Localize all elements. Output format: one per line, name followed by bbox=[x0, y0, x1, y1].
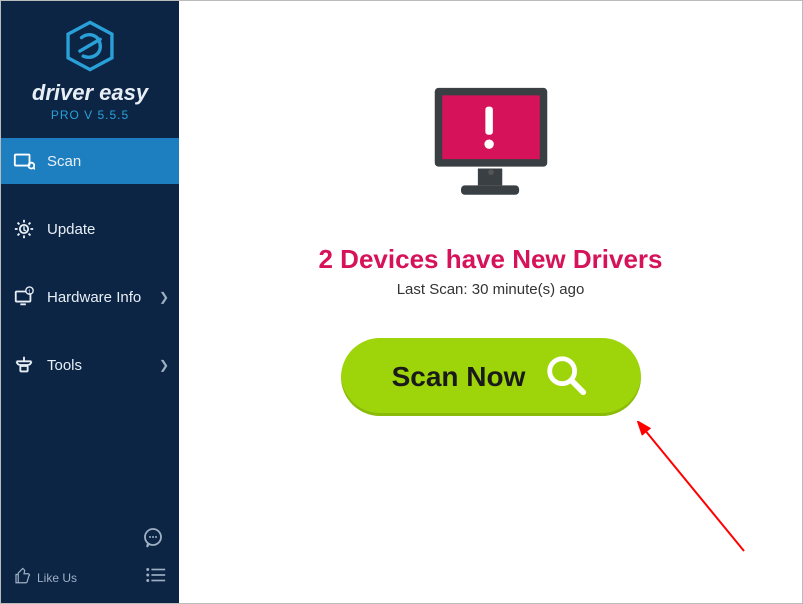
app-logo-icon bbox=[63, 19, 117, 78]
brand-block: driver easy PRO V 5.5.5 bbox=[1, 1, 179, 132]
sidebar-item-label: Update bbox=[47, 221, 95, 238]
chat-icon[interactable] bbox=[141, 526, 165, 555]
annotation-arrow bbox=[634, 421, 764, 571]
update-icon bbox=[13, 218, 35, 240]
brand-version: PRO V 5.5.5 bbox=[1, 108, 179, 122]
sidebar-item-scan[interactable]: Scan bbox=[1, 138, 179, 184]
scan-icon bbox=[13, 150, 35, 172]
tools-icon bbox=[13, 354, 35, 376]
sidebar-item-label: Hardware Info bbox=[47, 289, 141, 306]
svg-text:1: 1 bbox=[28, 289, 31, 295]
hardware-icon: 1 bbox=[13, 286, 35, 308]
main-panel: 2 Devices have New Drivers Last Scan: 30… bbox=[179, 1, 802, 603]
chevron-right-icon: ❯ bbox=[159, 358, 169, 372]
thumbs-up-icon bbox=[13, 567, 31, 588]
like-us-button[interactable]: Like Us bbox=[13, 567, 77, 588]
monitor-alert-icon bbox=[416, 71, 566, 226]
sidebar-nav: Scan Update 1 Hardware Info ❯ Tools ❯ bbox=[1, 138, 179, 556]
status-headline: 2 Devices have New Drivers bbox=[179, 244, 802, 275]
sidebar-item-label: Tools bbox=[47, 357, 82, 374]
sidebar-item-tools[interactable]: Tools ❯ bbox=[1, 342, 179, 388]
sidebar-item-update[interactable]: Update bbox=[1, 206, 179, 252]
chevron-right-icon: ❯ bbox=[159, 290, 169, 304]
sidebar-item-label: Scan bbox=[47, 153, 81, 170]
magnifier-icon bbox=[543, 352, 589, 403]
like-label: Like Us bbox=[37, 571, 77, 585]
sidebar-item-hardware[interactable]: 1 Hardware Info ❯ bbox=[1, 274, 179, 320]
menu-list-icon[interactable] bbox=[145, 566, 167, 589]
last-scan-text: Last Scan: 30 minute(s) ago bbox=[179, 281, 802, 298]
scan-now-button[interactable]: Scan Now bbox=[341, 338, 641, 416]
scan-now-label: Scan Now bbox=[392, 361, 526, 393]
sidebar: driver easy PRO V 5.5.5 Scan Update 1 Ha… bbox=[1, 1, 179, 603]
brand-name: driver easy bbox=[1, 80, 179, 106]
